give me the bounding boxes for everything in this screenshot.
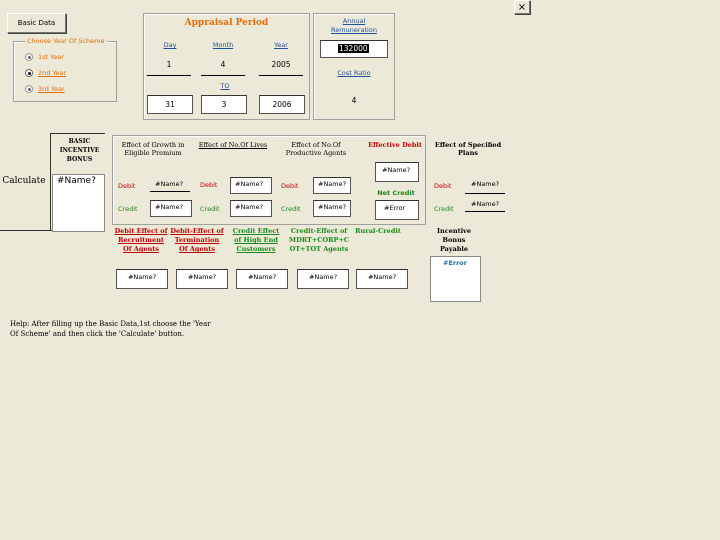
rural-credit-field[interactable]: #Name? xyxy=(356,269,408,289)
growth-credit-field[interactable]: #Name? xyxy=(150,200,192,217)
day-label: Day xyxy=(163,41,177,49)
agents-credit-label: Credit xyxy=(281,205,301,213)
effective-debit-header: Effective Debit xyxy=(368,141,422,149)
mdrt-value: #Name? xyxy=(308,273,338,281)
lives-debit-label: Debit xyxy=(200,181,218,189)
to-month-value: 3 xyxy=(221,100,227,109)
scheme-option-3rd[interactable]: 3rd Year xyxy=(25,84,105,94)
plans-debit-underline xyxy=(465,193,505,194)
agents-credit-value: #Name? xyxy=(318,203,347,211)
recruitment-header: Debit Effect of Recruitment Of Agents xyxy=(114,227,168,253)
lives-debit-value: #Name? xyxy=(235,180,264,188)
recruitment-value: #Name? xyxy=(127,273,157,281)
basic-data-button[interactable]: Basic Data xyxy=(7,13,66,33)
month-label: Month xyxy=(212,41,234,49)
mdrt-field[interactable]: #Name? xyxy=(297,269,349,289)
close-button[interactable]: × xyxy=(514,0,530,14)
net-credit-value: #Error xyxy=(384,204,406,212)
basic-incentive-bonus-header: BASIC INCENTIVE BONUS xyxy=(59,138,100,163)
payable-field[interactable]: #Error xyxy=(430,256,481,302)
cost-ratio-value[interactable]: 4 xyxy=(320,96,388,105)
plans-credit-value[interactable]: #Name? xyxy=(471,200,499,208)
to-year-field[interactable]: 2006 xyxy=(259,95,305,114)
from-day-underline xyxy=(147,75,191,76)
lives-debit-field[interactable]: #Name? xyxy=(230,177,272,194)
payable-value: #Error xyxy=(443,259,467,267)
radio-1st-year[interactable] xyxy=(25,53,33,61)
lives-header: Effect of No.Of Lives xyxy=(198,141,268,149)
to-day-field[interactable]: 31 xyxy=(147,95,193,114)
lives-credit-value: #Name? xyxy=(235,203,264,211)
remuneration-field[interactable]: 132000 xyxy=(320,40,388,58)
net-credit-label: Net Credit xyxy=(377,189,415,197)
agents-debit-value: #Name? xyxy=(318,180,347,188)
specified-plans-header: Effect of Specified Plans xyxy=(434,141,502,157)
effective-debit-value: #Name? xyxy=(382,166,411,174)
calculate-top-line xyxy=(50,133,105,134)
calculate-button[interactable]: Calculate xyxy=(2,172,46,190)
termination-header: Debit-Effect of Termination Of Agents xyxy=(170,227,224,253)
scheme-year-legend: Choose Year Of Scheme xyxy=(25,37,107,45)
growth-debit-value[interactable]: #Name? xyxy=(155,180,183,188)
from-month-underline xyxy=(201,75,245,76)
termination-value: #Name? xyxy=(187,273,217,281)
calculate-label: Calculate xyxy=(2,176,46,186)
plans-credit-label: Credit xyxy=(434,205,454,213)
net-credit-field[interactable]: #Error xyxy=(375,200,419,220)
mdrt-header: Credit-Effect of MDRT+CORP+C OT+TOT Agen… xyxy=(288,227,350,253)
effective-debit-field[interactable]: #Name? xyxy=(375,162,419,182)
agents-debit-label: Debit xyxy=(281,182,299,190)
to-label: TO xyxy=(220,82,230,90)
basic-bonus-value: #Name? xyxy=(57,176,96,186)
growth-credit-label: Credit xyxy=(118,205,138,213)
growth-credit-value: #Name? xyxy=(155,203,184,211)
scheme-option-2nd[interactable]: 2nd Year xyxy=(25,68,105,78)
radio-2nd-year[interactable] xyxy=(25,69,33,77)
year-label: Year xyxy=(274,41,288,49)
close-icon: × xyxy=(517,1,527,13)
plans-debit-value[interactable]: #Name? xyxy=(471,180,499,188)
cost-ratio-label: Cost Ratio xyxy=(337,69,371,77)
highend-header: Credit Effect of High End Customers xyxy=(232,227,280,253)
agents-header: Effect of No.Of Productive Agents xyxy=(285,141,347,157)
scheme-option-1st[interactable]: 1st Year xyxy=(25,52,105,62)
label-1st-year: 1st Year xyxy=(38,53,64,61)
to-day-value: 31 xyxy=(165,100,175,109)
label-2nd-year: 2nd Year xyxy=(38,69,67,77)
growth-header: Effect of Growth in Eligible Premium xyxy=(121,141,185,157)
from-year-value[interactable]: 2005 xyxy=(259,60,303,69)
payable-header: Incentive Bonus Payable xyxy=(437,227,471,253)
lives-credit-label: Credit xyxy=(200,205,220,213)
remuneration-value: 132000 xyxy=(338,44,369,53)
from-year-underline xyxy=(259,75,303,76)
help-text: Help: After filling up the Basic Data,1s… xyxy=(10,320,211,338)
growth-debit-label: Debit xyxy=(118,182,136,190)
plans-credit-underline xyxy=(465,211,505,212)
from-day-value[interactable]: 1 xyxy=(147,60,191,69)
rural-credit-header: Rural-Credit xyxy=(355,227,401,235)
calculate-bottom-line xyxy=(0,230,52,231)
basic-data-label: Basic Data xyxy=(17,19,56,27)
agents-credit-field[interactable]: #Name? xyxy=(313,200,351,217)
termination-field[interactable]: #Name? xyxy=(176,269,228,289)
highend-field[interactable]: #Name? xyxy=(236,269,288,289)
to-month-field[interactable]: 3 xyxy=(201,95,247,114)
recruitment-field[interactable]: #Name? xyxy=(116,269,168,289)
agents-debit-field[interactable]: #Name? xyxy=(313,177,351,194)
basic-bonus-field[interactable]: #Name? xyxy=(52,174,105,232)
radio-3rd-year[interactable] xyxy=(25,85,33,93)
rural-credit-value: #Name? xyxy=(367,273,397,281)
annual-remuneration-label: Annual Remuneration xyxy=(331,17,377,34)
to-year-value: 2006 xyxy=(272,100,292,109)
from-month-value[interactable]: 4 xyxy=(201,60,245,69)
growth-debit-underline xyxy=(150,191,190,192)
highend-value: #Name? xyxy=(247,273,277,281)
label-3rd-year: 3rd Year xyxy=(38,85,65,93)
plans-debit-label: Debit xyxy=(434,182,452,190)
lives-credit-field[interactable]: #Name? xyxy=(230,200,272,217)
appraisal-period-title: Appraisal Period xyxy=(184,18,269,28)
